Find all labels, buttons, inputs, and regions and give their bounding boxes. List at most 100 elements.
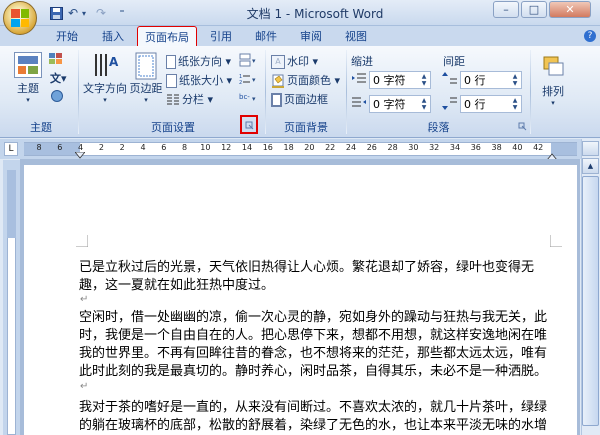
ruler-number: 8	[182, 143, 188, 152]
spacing-before-icon	[442, 71, 458, 87]
indent-right-input[interactable]: 0 字符 ▲ ▼	[369, 95, 431, 113]
line-numbers-button[interactable]: 1 2 ▾	[239, 72, 259, 86]
scroll-up-arrow-icon[interactable]: ▲	[582, 158, 599, 174]
ruler-number: 8	[36, 143, 42, 152]
tab-mailings[interactable]: 邮件	[246, 26, 286, 46]
text-direction-button[interactable]: A 文字方向 ▾	[83, 50, 127, 116]
tab-view[interactable]: 视图	[336, 26, 376, 46]
right-indent-marker-icon[interactable]	[546, 150, 558, 161]
ruler-number: 38	[491, 143, 502, 152]
hyphenation-button[interactable]: bc- ▾	[239, 91, 259, 105]
chevron-down-icon: ▾	[551, 99, 555, 107]
group-label-themes: 主题	[30, 121, 52, 134]
tab-selector-icon[interactable]: L	[4, 142, 18, 156]
save-icon[interactable]	[48, 5, 64, 21]
margins-button[interactable]: 页边距 ▾	[128, 50, 164, 116]
svg-text:▾: ▾	[252, 95, 256, 103]
ruler-number: 20	[304, 143, 315, 152]
ruler-number: 12	[221, 143, 232, 152]
indent-marker-icon[interactable]	[74, 150, 86, 159]
undo-dropdown-icon[interactable]: ▾	[80, 5, 88, 21]
tab-review[interactable]: 审阅	[291, 26, 331, 46]
tab-references[interactable]: 引用	[201, 26, 241, 46]
view-ruler-toggle-icon[interactable]	[582, 141, 599, 156]
spinner-arrows-icon[interactable]: ▲ ▼	[510, 73, 520, 87]
watermark-label: 水印	[287, 55, 309, 68]
spacing-before-input[interactable]: 0 行 ▲ ▼	[460, 71, 522, 89]
page-borders-label: 页面边框	[284, 93, 328, 106]
indent-label: 缩进	[351, 55, 373, 68]
office-button[interactable]	[3, 1, 37, 35]
spacing-after-icon	[442, 95, 458, 111]
orientation-label: 纸张方向	[178, 55, 222, 68]
ruler-number: 18	[283, 143, 294, 152]
ruler-number: 2	[119, 143, 125, 152]
paragraph-2[interactable]: 空闲时，借一处幽幽的凉，偷一次心灵的静，宛如身外的躁动与狂热与我无关，此时，我便…	[79, 309, 555, 381]
ruler-number: 6	[161, 143, 167, 152]
dialog-launcher-icon	[245, 121, 254, 130]
chevron-down-icon: ▾	[26, 96, 30, 104]
close-button[interactable]: ✕	[549, 1, 591, 18]
paragraph-1[interactable]: 已是立秋过后的光景，天气依旧热得让人心烦。繁花退却了娇容，绿叶也变得无趣，这一夏…	[79, 259, 555, 295]
themes-label: 主题	[17, 82, 39, 95]
ruler-number: 28	[387, 143, 398, 152]
undo-icon[interactable]: ↶	[66, 5, 80, 21]
spacing-after-input[interactable]: 0 行 ▲ ▼	[460, 95, 522, 113]
themes-icon	[14, 52, 42, 78]
tab-home[interactable]: 开始	[47, 26, 87, 46]
svg-text:▾: ▾	[252, 57, 256, 65]
theme-colors-button[interactable]	[48, 52, 70, 68]
svg-text:A: A	[109, 55, 119, 69]
group-label-page-setup: 页面设置	[151, 121, 195, 134]
orientation-button[interactable]: 纸张方向 ▾	[166, 53, 231, 69]
paragraph-3[interactable]: 我对于茶的嗜好是一直的，从来没有间断过。不喜欢太浓的，就几十片茶叶，绿绿的躺在玻…	[79, 399, 555, 435]
help-icon[interactable]: ?	[584, 30, 596, 42]
text-direction-icon: A	[95, 54, 119, 76]
indent-right-value: 0 字符	[373, 98, 406, 111]
size-button[interactable]: 纸张大小 ▾	[166, 72, 232, 88]
theme-fonts-icon[interactable]: 文▾	[50, 70, 72, 86]
indent-left-icon	[351, 71, 367, 87]
margins-icon	[135, 52, 157, 80]
ruler-number: 24	[345, 143, 357, 152]
orientation-icon	[166, 55, 176, 69]
office-logo-icon	[11, 9, 29, 27]
indent-left-input[interactable]: 0 字符 ▲ ▼	[369, 71, 431, 89]
themes-button[interactable]: 主题 ▾	[8, 50, 48, 116]
spacing-after-value: 0 行	[464, 98, 486, 111]
spacing-before-value: 0 行	[464, 74, 486, 87]
page-setup-dialog-launcher[interactable]	[240, 115, 258, 134]
maximize-button[interactable]: □	[521, 1, 547, 18]
spinner-arrows-icon[interactable]: ▲ ▼	[419, 97, 429, 111]
chevron-down-icon: ▾	[144, 96, 148, 104]
spinner-arrows-icon[interactable]: ▲ ▼	[510, 97, 520, 111]
window-title: 文档 1 - Microsoft Word	[246, 7, 384, 21]
ruler-number: 16	[262, 143, 273, 152]
columns-button[interactable]: 分栏 ▾	[166, 91, 213, 107]
page-color-button[interactable]: 页面颜色 ▾	[271, 72, 340, 88]
tab-insert[interactable]: 插入	[93, 26, 133, 46]
document-page[interactable]	[24, 165, 577, 435]
ruler-number: 26	[366, 143, 377, 152]
arrange-icon	[543, 56, 564, 76]
customize-toolbar-icon[interactable]: ⁼	[116, 5, 128, 21]
breaks-button[interactable]: ▾	[239, 53, 259, 67]
redo-icon[interactable]: ↷	[94, 5, 108, 21]
arrange-button[interactable]: 排列 ▾	[535, 50, 571, 116]
paragraph-dialog-launcher[interactable]	[517, 121, 528, 132]
theme-effects-button[interactable]	[50, 89, 72, 105]
ruler-number: 2	[98, 143, 104, 152]
ruler-number: 32	[429, 143, 440, 152]
group-separator	[78, 50, 79, 134]
arrange-label: 排列	[542, 85, 564, 98]
tab-page-layout[interactable]: 页面布局	[137, 26, 197, 46]
page-color-icon	[271, 74, 285, 88]
watermark-button[interactable]: A 水印 ▾	[271, 53, 318, 69]
spinner-arrows-icon[interactable]: ▲ ▼	[419, 73, 429, 87]
scrollbar-thumb[interactable]	[582, 176, 599, 426]
vertical-ruler-top-margin	[7, 170, 16, 238]
page-borders-button[interactable]: 页面边框	[271, 91, 328, 107]
chevron-down-icon: ▾	[103, 96, 107, 104]
minimize-button[interactable]: –	[493, 1, 519, 18]
group-label-page-background: 页面背景	[284, 121, 328, 134]
